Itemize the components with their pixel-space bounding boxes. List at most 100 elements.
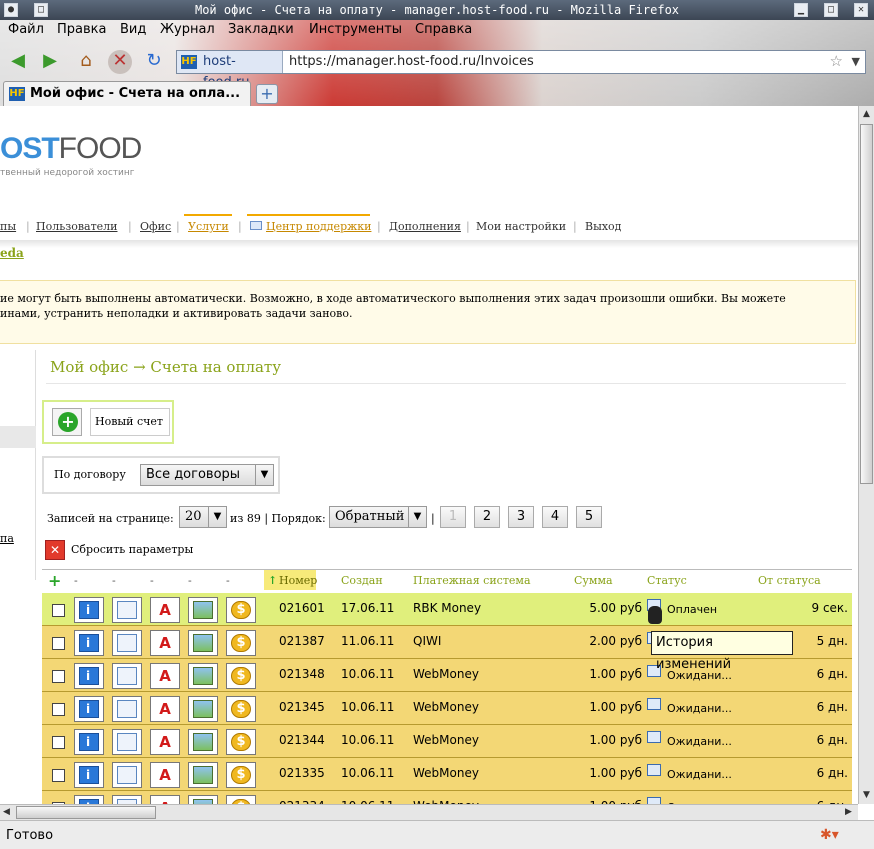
order-select[interactable]: Обратный ▼ [329, 506, 427, 528]
image-icon[interactable] [188, 597, 218, 623]
column-since-status[interactable]: От статуса [758, 574, 821, 587]
edit-icon[interactable] [112, 729, 142, 755]
payment-icon[interactable]: $ [226, 696, 256, 722]
menu-help[interactable]: Справка [415, 22, 472, 37]
row-checkbox[interactable] [52, 670, 65, 683]
info-icon[interactable] [74, 663, 104, 689]
info-icon[interactable] [74, 597, 104, 623]
table-row[interactable]: A$02133410.06.11WebMoney1.00 рубО...6 дн… [42, 791, 852, 804]
menu-bookmarks[interactable]: Закладки [228, 22, 294, 37]
table-row[interactable]: A $021344 10.06.11 WebMoney 1.00 руб Ожидани.… [42, 725, 852, 758]
maximize-icon[interactable]: □ [824, 3, 838, 17]
reload-icon[interactable]: ↻ [142, 50, 166, 74]
scroll-down-icon[interactable]: ▼ [863, 790, 870, 800]
bookmark-star-icon[interactable]: ☆ [830, 52, 843, 70]
column-payment-system[interactable]: Платежная система [413, 574, 531, 587]
menu-file[interactable]: Файл [8, 22, 44, 37]
addon-status-icon[interactable]: ✱▾ [820, 827, 839, 843]
nav-item-office[interactable]: Офис [140, 220, 171, 233]
pdf-icon[interactable]: A [150, 630, 180, 656]
column-status[interactable]: Статус [647, 574, 687, 587]
row-checkbox[interactable] [52, 736, 65, 749]
minimize-icon[interactable]: ▁ [794, 3, 808, 17]
url-text[interactable]: https://manager.host-food.ru/Invoices [289, 51, 534, 73]
menu-tools[interactable]: Инструменты [309, 22, 402, 37]
page-button-5[interactable]: 5 [576, 506, 602, 528]
row-checkbox[interactable] [52, 604, 65, 617]
image-icon[interactable] [188, 630, 218, 656]
vertical-scrollbar[interactable]: ▲ ▼ [858, 106, 874, 804]
column-sum[interactable]: Сумма [574, 574, 613, 587]
forward-arrow-icon[interactable]: ▶ [38, 50, 62, 74]
new-invoice-button[interactable]: Новый счет [90, 408, 170, 436]
payment-icon[interactable]: $ [226, 795, 256, 804]
nav-item-logout[interactable]: Выход [585, 220, 621, 233]
status-history-icon[interactable] [647, 764, 661, 776]
page-button-4[interactable]: 4 [542, 506, 568, 528]
row-checkbox[interactable] [52, 769, 65, 782]
tab-invoices[interactable]: HF Мой офис - Счета на опла... [3, 81, 251, 106]
add-invoice-button[interactable]: + [52, 408, 82, 436]
site-logo[interactable]: OSTFOOD [0, 132, 142, 166]
site-identity[interactable]: HFhost-food.ru [177, 51, 283, 90]
scroll-left-icon[interactable]: ◀ [3, 807, 10, 817]
url-bar[interactable]: HFhost-food.ru https://manager.host-food… [176, 50, 866, 90]
scroll-right-icon[interactable]: ▶ [845, 807, 852, 817]
image-icon[interactable] [188, 729, 218, 755]
table-row[interactable]: A $021601 17.06.11 RBK Money 5.00 руб Оплачен… [42, 593, 852, 626]
page-button-1[interactable]: 1 [440, 506, 466, 528]
pdf-icon[interactable]: A [150, 729, 180, 755]
row-checkbox[interactable] [52, 703, 65, 716]
vertical-scroll-thumb[interactable] [860, 124, 873, 484]
column-number[interactable]: Номер [279, 574, 317, 587]
sidebar-selected-item[interactable] [0, 426, 36, 448]
menu-edit[interactable]: Правка [57, 22, 106, 37]
status-history-icon[interactable] [647, 797, 661, 804]
payment-icon[interactable]: $ [226, 729, 256, 755]
home-icon[interactable]: ⌂ [74, 50, 98, 74]
menu-history[interactable]: Журнал [160, 22, 215, 37]
table-row[interactable]: A $021335 10.06.11 WebMoney 1.00 руб Ожидани.… [42, 758, 852, 791]
info-icon[interactable] [74, 762, 104, 788]
page-button-2[interactable]: 2 [474, 506, 500, 528]
status-history-icon[interactable] [647, 731, 661, 743]
menu-view[interactable]: Вид [120, 22, 146, 37]
edit-icon[interactable] [112, 597, 142, 623]
add-column-plus-icon[interactable]: + [48, 571, 61, 590]
edit-icon[interactable] [112, 795, 142, 804]
info-icon[interactable] [74, 630, 104, 656]
edit-icon[interactable] [112, 630, 142, 656]
payment-icon[interactable]: $ [226, 597, 256, 623]
pdf-icon[interactable]: A [150, 696, 180, 722]
contract-select[interactable]: Все договоры ▼ [140, 464, 274, 486]
info-icon[interactable] [74, 696, 104, 722]
page-button-3[interactable]: 3 [508, 506, 534, 528]
nav-item-support[interactable]: Центр поддержки [250, 220, 371, 233]
payment-icon[interactable]: $ [226, 663, 256, 689]
image-icon[interactable] [188, 663, 218, 689]
nav-item-my-settings[interactable]: Мои настройки [476, 220, 566, 233]
pdf-icon[interactable]: A [150, 762, 180, 788]
url-dropdown-icon[interactable]: ▼ [852, 55, 860, 68]
status-history-icon[interactable] [647, 698, 661, 710]
pdf-icon[interactable]: A [150, 795, 180, 804]
back-arrow-icon[interactable]: ◀ [6, 50, 30, 74]
info-icon[interactable] [74, 729, 104, 755]
per-page-select[interactable]: 20 ▼ [179, 506, 227, 528]
new-tab-button[interactable]: + [256, 84, 278, 104]
horizontal-scroll-thumb[interactable] [16, 806, 156, 819]
info-icon[interactable] [74, 795, 104, 804]
nav-item-services[interactable]: Услуги [188, 220, 229, 233]
image-icon[interactable] [188, 762, 218, 788]
scroll-up-icon[interactable]: ▲ [863, 109, 870, 119]
stop-icon[interactable]: ✕ [108, 50, 132, 74]
nav-item-addons[interactable]: Дополнения [389, 220, 461, 233]
column-created[interactable]: Создан [341, 574, 383, 587]
sidebar-link[interactable]: па [0, 532, 14, 545]
pdf-icon[interactable]: A [150, 663, 180, 689]
edit-icon[interactable] [112, 762, 142, 788]
image-icon[interactable] [188, 696, 218, 722]
reset-filters-label[interactable]: Сбросить параметры [71, 543, 193, 556]
payment-icon[interactable]: $ [226, 762, 256, 788]
image-icon[interactable] [188, 795, 218, 804]
